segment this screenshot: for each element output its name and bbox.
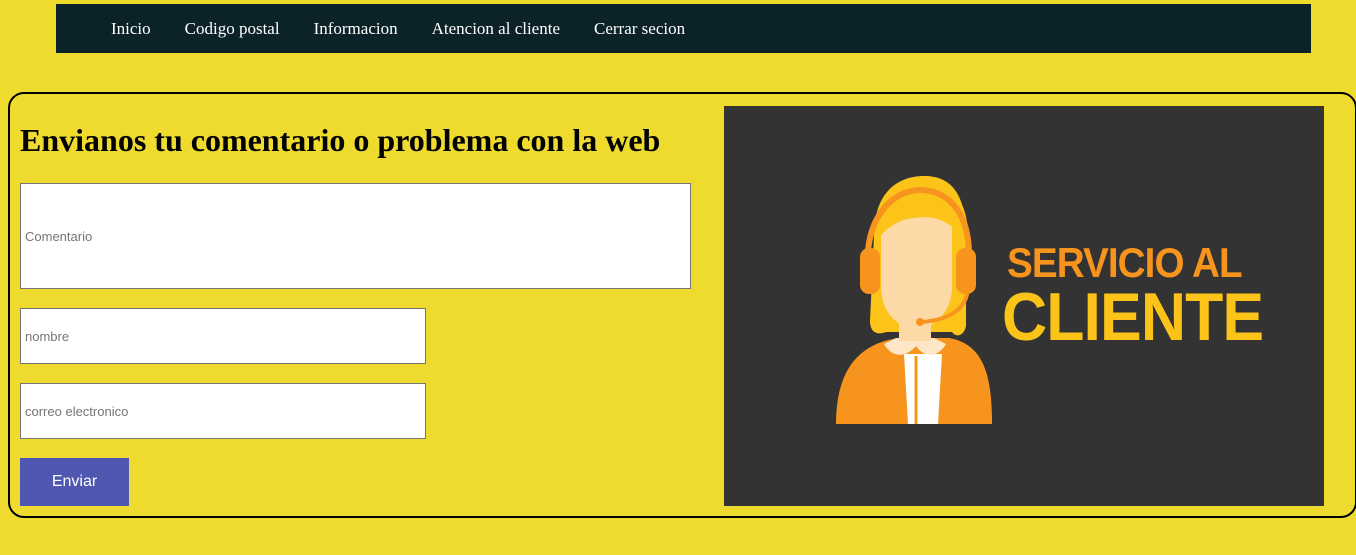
form-title: Envianos tu comentario o problema con la… [20, 122, 661, 158]
top-navbar: Inicio Codigo postal Informacion Atencio… [56, 4, 1311, 53]
banner-title-line-2: CLIENTE [1002, 279, 1264, 355]
customer-service-banner: SERVICIO AL CLIENTE [724, 106, 1324, 506]
name-input[interactable] [20, 308, 426, 364]
comment-textarea[interactable] [20, 183, 691, 289]
nav-link-atencion-al-cliente[interactable]: Atencion al cliente [432, 19, 560, 39]
nav-link-inicio[interactable]: Inicio [111, 19, 151, 39]
nav-link-codigo-postal[interactable]: Codigo postal [185, 19, 280, 39]
email-input[interactable] [20, 383, 426, 439]
submit-button[interactable]: Enviar [20, 458, 129, 506]
nav-link-informacion[interactable]: Informacion [314, 19, 398, 39]
nav-link-cerrar-sesion[interactable]: Cerrar secion [594, 19, 685, 39]
